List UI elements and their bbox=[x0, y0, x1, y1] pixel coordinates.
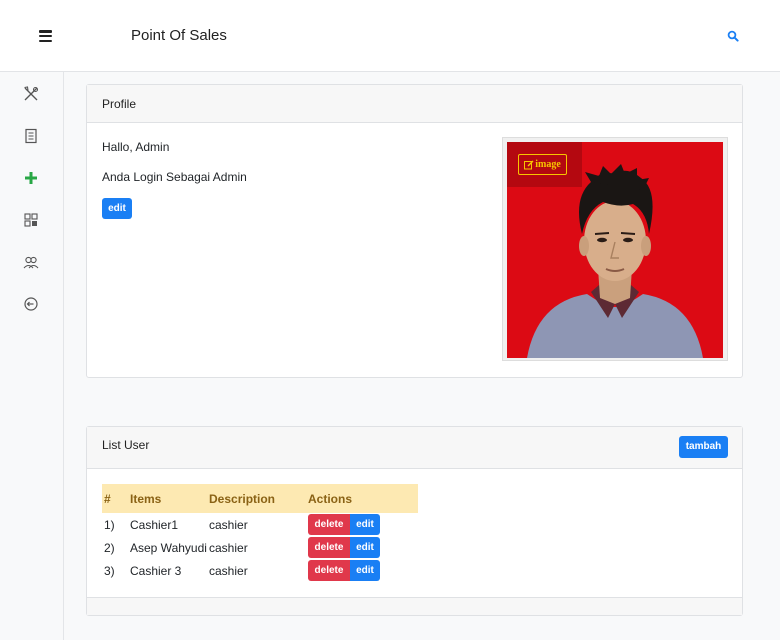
table-row: 3) Cashier 3 cashier delete edit bbox=[102, 559, 418, 582]
users-icon bbox=[23, 256, 39, 269]
profile-card-header: Profile bbox=[87, 85, 742, 123]
add-user-button[interactable]: tambah bbox=[679, 436, 728, 458]
row-name: Cashier 3 bbox=[130, 563, 182, 578]
row-description: cashier bbox=[209, 563, 248, 578]
edit-user-button[interactable]: edit bbox=[350, 514, 380, 535]
row-number: 1) bbox=[104, 517, 115, 532]
profile-title: Profile bbox=[102, 97, 137, 111]
edit-profile-button[interactable]: edit bbox=[102, 198, 132, 219]
row-description: cashier bbox=[209, 517, 248, 532]
table-row: 1) Cashier1 cashier delete edit bbox=[102, 513, 418, 536]
change-image-button[interactable]: image bbox=[518, 154, 567, 175]
user-list-footer bbox=[87, 597, 742, 615]
sidebar-item-users[interactable] bbox=[22, 253, 40, 271]
delete-user-button[interactable]: delete bbox=[308, 514, 350, 535]
sidebar-item-dashboard[interactable] bbox=[22, 211, 40, 229]
sidebar bbox=[0, 72, 64, 640]
col-number-header: # bbox=[102, 484, 130, 513]
user-list-card: List User tambah # Items Description Act… bbox=[86, 426, 743, 616]
row-number: 2) bbox=[104, 540, 115, 555]
sidebar-item-logout[interactable] bbox=[22, 295, 40, 313]
delete-user-button[interactable]: delete bbox=[308, 560, 350, 581]
menu-toggle-icon[interactable] bbox=[39, 30, 52, 43]
user-table: # Items Description Actions 1) Cashier1 … bbox=[102, 484, 418, 582]
change-image-label: image bbox=[535, 159, 561, 170]
col-description-header: Description bbox=[209, 484, 308, 513]
row-number: 3) bbox=[104, 563, 115, 578]
greeting-text: Hallo, Admin bbox=[102, 140, 170, 154]
table-row: 2) Asep Wahyudi cashier delete edit bbox=[102, 536, 418, 559]
top-navbar: Point Of Sales bbox=[0, 0, 780, 72]
profile-photo-frame: image bbox=[502, 137, 728, 361]
delete-user-button[interactable]: delete bbox=[308, 537, 350, 558]
grid-icon bbox=[24, 213, 38, 227]
search-icon[interactable] bbox=[727, 30, 739, 42]
user-list-header: List User tambah bbox=[87, 427, 742, 469]
plus-icon bbox=[25, 172, 37, 184]
app-title: Point Of Sales bbox=[131, 27, 227, 44]
row-actions: delete edit bbox=[308, 513, 418, 536]
user-list-title: List User bbox=[102, 438, 150, 452]
row-description: cashier bbox=[209, 540, 248, 555]
receipt-icon bbox=[25, 128, 37, 144]
row-actions: delete edit bbox=[308, 559, 418, 582]
edit-user-button[interactable]: edit bbox=[350, 560, 380, 581]
row-name: Asep Wahyudi bbox=[130, 540, 207, 555]
logout-icon bbox=[24, 297, 38, 311]
sidebar-item-add[interactable] bbox=[22, 169, 40, 187]
table-header-row: # Items Description Actions bbox=[102, 484, 418, 513]
row-name: Cashier1 bbox=[130, 517, 179, 532]
col-actions-header: Actions bbox=[308, 484, 418, 513]
sidebar-item-transactions[interactable] bbox=[22, 127, 40, 145]
edit-icon bbox=[524, 160, 534, 169]
profile-card: Profile Hallo, Admin Anda Login Sebagai … bbox=[86, 84, 743, 378]
row-actions: delete edit bbox=[308, 536, 418, 559]
sidebar-item-menu[interactable] bbox=[22, 85, 40, 103]
role-text: Anda Login Sebagai Admin bbox=[102, 170, 247, 184]
profile-photo: image bbox=[507, 142, 723, 358]
edit-user-button[interactable]: edit bbox=[350, 537, 380, 558]
utensils-icon bbox=[24, 86, 39, 101]
col-items-header: Items bbox=[130, 484, 209, 513]
